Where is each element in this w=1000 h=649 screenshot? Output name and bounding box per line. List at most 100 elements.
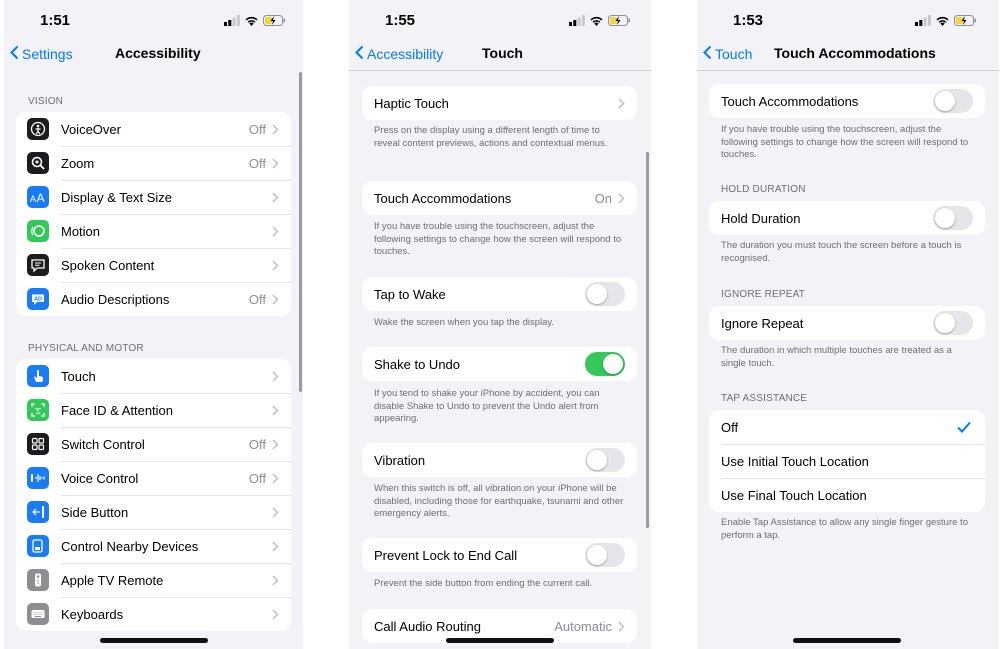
settings-item-label: Zoom <box>61 155 95 171</box>
row-label: Hold Duration <box>721 210 801 226</box>
cellular-signal-icon <box>569 13 585 31</box>
row-label: Vibration <box>374 452 426 468</box>
cellular-signal-icon <box>224 13 240 31</box>
page-title: Accessibility <box>115 45 201 61</box>
chevron-right-icon <box>272 225 279 237</box>
chevron-right-icon <box>272 438 279 450</box>
battery-charging-icon <box>608 13 631 31</box>
back-button[interactable]: Settings <box>10 45 73 63</box>
settings-item-face-id-and-attention[interactable]: Face ID & Attention <box>16 393 291 427</box>
tap-to-wake-toggle[interactable] <box>585 282 625 306</box>
vision-settings-group: VoiceOver Off Zoom Off A A Display & Text Size… <box>16 112 291 316</box>
hold-duration-row: Hold Duration <box>709 201 985 235</box>
settings-item-label: Motion <box>61 223 101 239</box>
status-time: 1:55 <box>385 12 416 29</box>
speech-bubble-icon <box>27 254 49 276</box>
nav-bar: Touch Touch Accommodations <box>697 38 999 70</box>
home-indicator[interactable] <box>100 638 208 643</box>
ignore-repeat-toggle[interactable] <box>933 311 973 335</box>
nav-bar: Accessibility Touch <box>349 38 651 70</box>
back-label: Touch <box>715 46 753 62</box>
back-button[interactable]: Touch <box>703 45 752 63</box>
section-header-physical-motor: PHYSICAL AND MOTOR <box>28 343 144 354</box>
settings-item-keyboards[interactable]: Keyboards <box>16 597 291 631</box>
chevron-right-icon <box>272 540 279 552</box>
settings-item-display-and-text-size[interactable]: A A Display & Text Size <box>16 180 291 214</box>
back-label: Accessibility <box>367 46 444 62</box>
haptic-touch-group: Haptic Touch <box>362 86 637 120</box>
haptic-touch-row[interactable]: Haptic Touch <box>362 86 637 120</box>
status-time: 1:51 <box>40 12 71 29</box>
touch-accommodations-footer: If you have trouble using the touchscree… <box>374 221 622 257</box>
tap-to-wake-group: Tap to Wake <box>362 277 637 311</box>
settings-item-spoken-content[interactable]: Spoken Content <box>16 248 291 282</box>
page-title: Touch <box>482 45 523 61</box>
battery-charging-icon <box>954 13 977 31</box>
settings-item-value: Off <box>248 155 266 171</box>
status-bar: 1:51 <box>4 0 303 38</box>
tap-assistance-option-use-initial-touch-location[interactable]: Use Initial Touch Location <box>709 444 985 478</box>
settings-item-value: Off <box>248 291 266 307</box>
touch-accommodations-row: Touch Accommodations <box>709 84 985 118</box>
touch-accommodations-toggle[interactable] <box>933 89 973 113</box>
section-header-tap-assistance: TAP ASSISTANCE <box>721 393 808 404</box>
hold-duration-toggle[interactable] <box>933 206 973 230</box>
shake-to-undo-row: Shake to Undo <box>362 347 637 381</box>
settings-item-label: Voice Control <box>61 470 139 486</box>
settings-item-control-nearby-devices[interactable]: Control Nearby Devices <box>16 529 291 563</box>
settings-item-value: Off <box>248 121 266 137</box>
hand-icon <box>27 365 49 387</box>
touch-accommodations-row[interactable]: Touch Accommodations On <box>362 181 637 215</box>
tap-assistance-option-use-final-touch-location[interactable]: Use Final Touch Location <box>709 478 985 512</box>
side-button-icon <box>27 501 49 523</box>
row-value: Automatic <box>554 618 612 634</box>
home-indicator[interactable] <box>446 638 554 643</box>
scrollbar[interactable] <box>646 152 649 528</box>
settings-item-side-button[interactable]: Side Button <box>16 495 291 529</box>
settings-item-motion[interactable]: Motion <box>16 214 291 248</box>
tap-assistance-group: Off Use Initial Touch Location Use Final T… <box>709 410 985 512</box>
shake-to-undo-footer: If you tend to shake your iPhone by acci… <box>374 388 600 424</box>
row-label: Prevent Lock to End Call <box>374 547 518 563</box>
settings-item-voice-control[interactable]: Voice Control Off <box>16 461 291 495</box>
row-label: Ignore Repeat <box>721 315 804 331</box>
vibration-row: Vibration <box>362 443 637 477</box>
chevron-right-icon <box>272 506 279 518</box>
vibration-footer: When this switch is off, all vibration o… <box>374 483 624 519</box>
settings-item-zoom[interactable]: Zoom Off <box>16 146 291 180</box>
chevron-right-icon <box>272 157 279 169</box>
vibration-toggle[interactable] <box>585 448 625 472</box>
chevron-right-icon <box>272 472 279 484</box>
prevent-lock-toggle[interactable] <box>585 543 625 567</box>
row-label: Touch Accommodations <box>721 93 859 109</box>
scrollbar[interactable] <box>299 72 302 392</box>
audio-description-icon: AD <box>27 288 49 310</box>
row-value: On <box>594 190 612 206</box>
keyboard-icon <box>27 603 49 625</box>
section-header-vision: VISION <box>28 96 64 107</box>
vibration-group: Vibration <box>362 443 637 477</box>
settings-item-apple-tv-remote[interactable]: Apple TV Remote <box>16 563 291 597</box>
settings-item-audio-descriptions[interactable]: AD Audio Descriptions Off <box>16 282 291 316</box>
hold-duration-footer: The duration you must touch the screen b… <box>721 240 962 264</box>
chevron-right-icon <box>272 404 279 416</box>
battery-charging-icon <box>263 13 286 31</box>
voiceover-icon <box>27 118 49 140</box>
settings-item-voiceover[interactable]: VoiceOver Off <box>16 112 291 146</box>
option-label: Off <box>721 419 739 435</box>
back-button[interactable]: Accessibility <box>355 45 443 63</box>
tap-assistance-option-off[interactable]: Off <box>709 410 985 444</box>
haptic-touch-footer: Press on the display using a different l… <box>374 125 608 149</box>
shake-to-undo-toggle[interactable] <box>585 352 625 376</box>
switch-control-icon <box>27 433 49 455</box>
checkmark-icon <box>957 421 971 433</box>
chevron-right-icon <box>618 620 625 632</box>
zoom-icon <box>27 152 49 174</box>
settings-item-label: Audio Descriptions <box>61 291 170 307</box>
settings-item-touch[interactable]: Touch <box>16 359 291 393</box>
settings-item-label: Keyboards <box>61 606 124 622</box>
settings-item-switch-control[interactable]: Switch Control Off <box>16 427 291 461</box>
settings-item-value: Off <box>248 470 266 486</box>
home-indicator[interactable] <box>793 638 901 643</box>
chevron-left-icon <box>355 45 364 63</box>
